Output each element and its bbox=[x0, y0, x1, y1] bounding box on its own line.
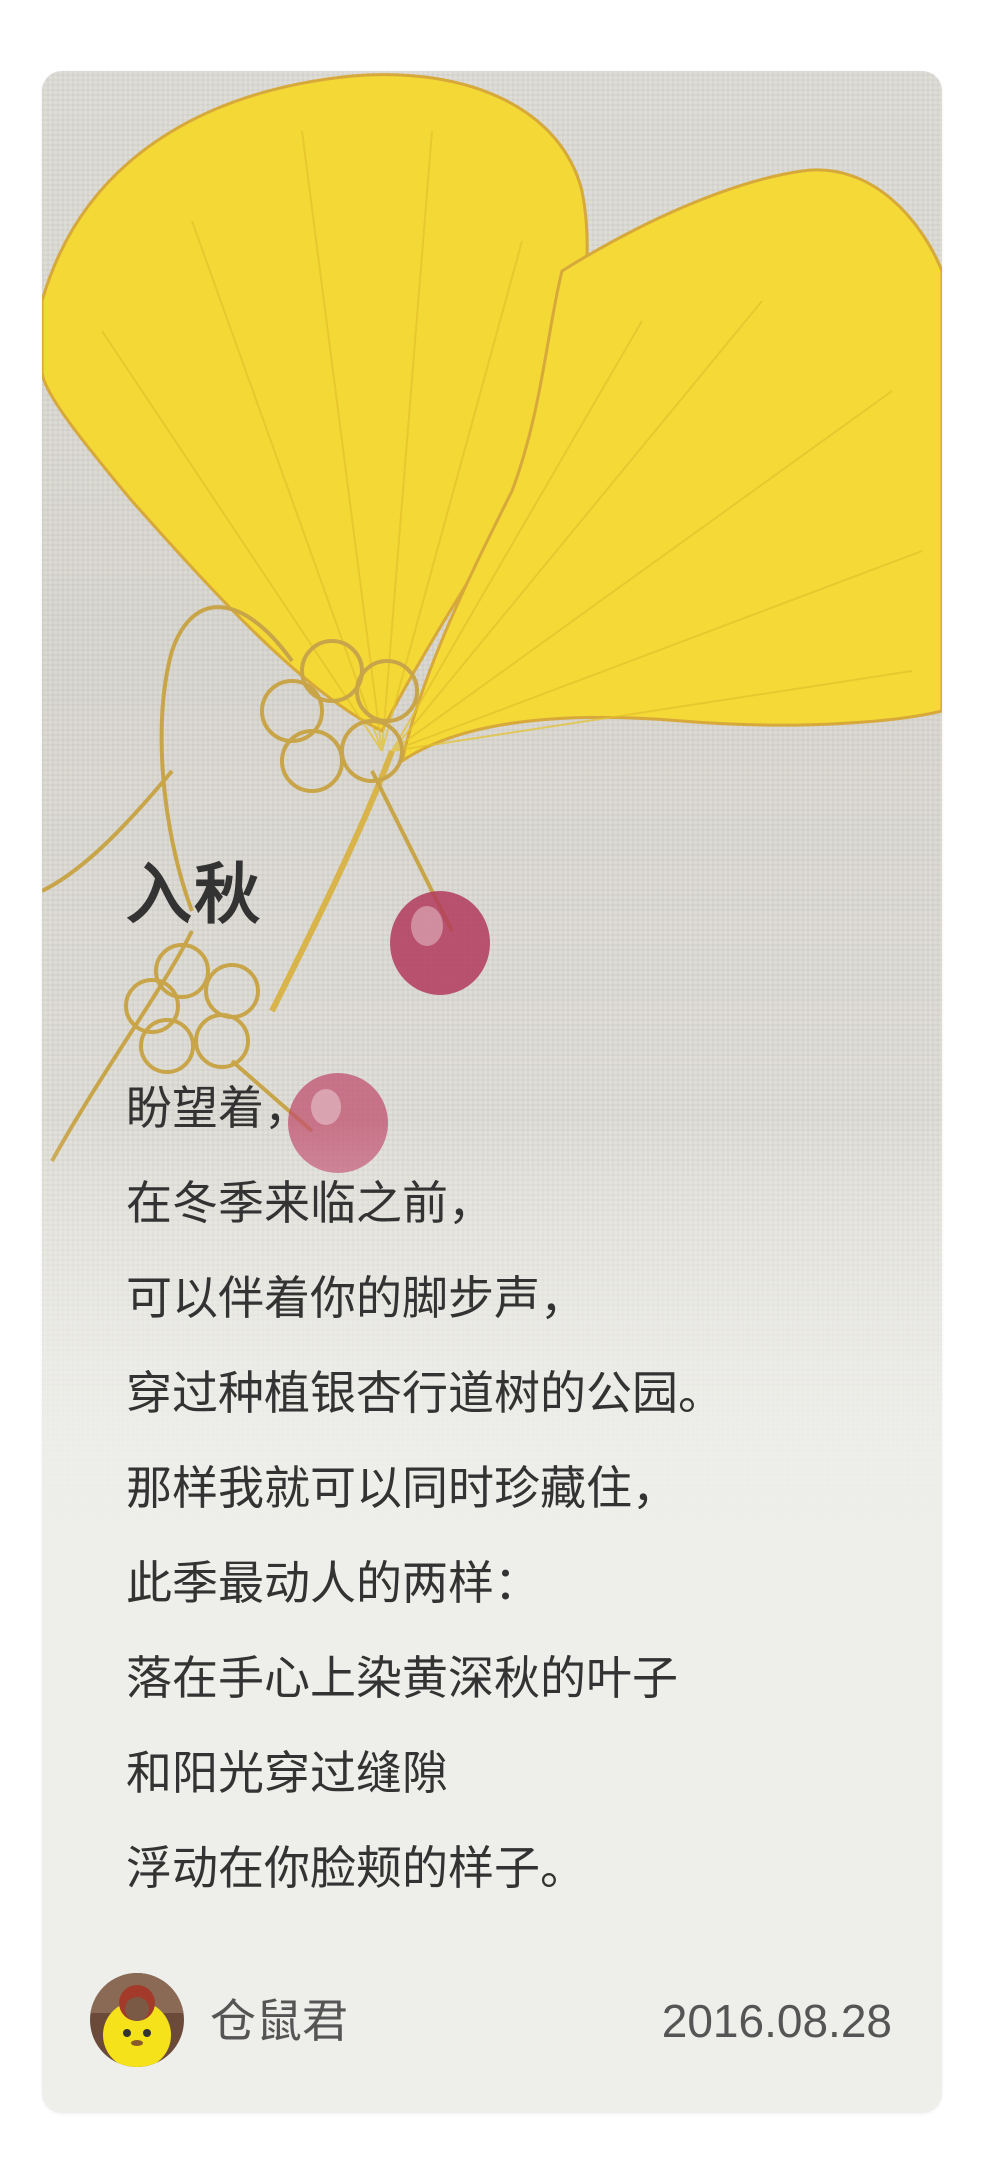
post-date: 2016.08.28 bbox=[661, 1995, 892, 2047]
post-footer: 仓鼠君 2016.08.28 bbox=[42, 1971, 942, 2071]
poem-line: 穿过种植银杏行道树的公园。 bbox=[126, 1366, 724, 1420]
poem-body: 盼望着， 在冬季来临之前， 可以伴着你的脚步声， 穿过种植银杏行道树的公园。 那… bbox=[126, 1061, 724, 1916]
post-card: 入秋 盼望着， 在冬季来临之前， 可以伴着你的脚步声， 穿过种植银杏行道树的公园… bbox=[42, 71, 942, 2113]
hamster-avatar-icon bbox=[90, 1973, 184, 2067]
poem-line: 盼望着， bbox=[126, 1081, 310, 1135]
author-name[interactable]: 仓鼠君 bbox=[210, 1971, 348, 2071]
poem-line: 那样我就可以同时珍藏住， bbox=[126, 1461, 678, 1515]
poem-line: 和阳光穿过缝隙 bbox=[126, 1746, 448, 1800]
poem-line: 在冬季来临之前， bbox=[126, 1176, 494, 1230]
poem-line: 此季最动人的两样： bbox=[126, 1556, 540, 1610]
post-title: 入秋 bbox=[126, 856, 262, 933]
author-avatar[interactable] bbox=[90, 1973, 184, 2067]
poem-line: 落在手心上染黄深秋的叶子 bbox=[126, 1651, 678, 1705]
poem-line: 浮动在你脸颊的样子。 bbox=[126, 1841, 586, 1895]
poem-line: 可以伴着你的脚步声， bbox=[126, 1271, 586, 1325]
